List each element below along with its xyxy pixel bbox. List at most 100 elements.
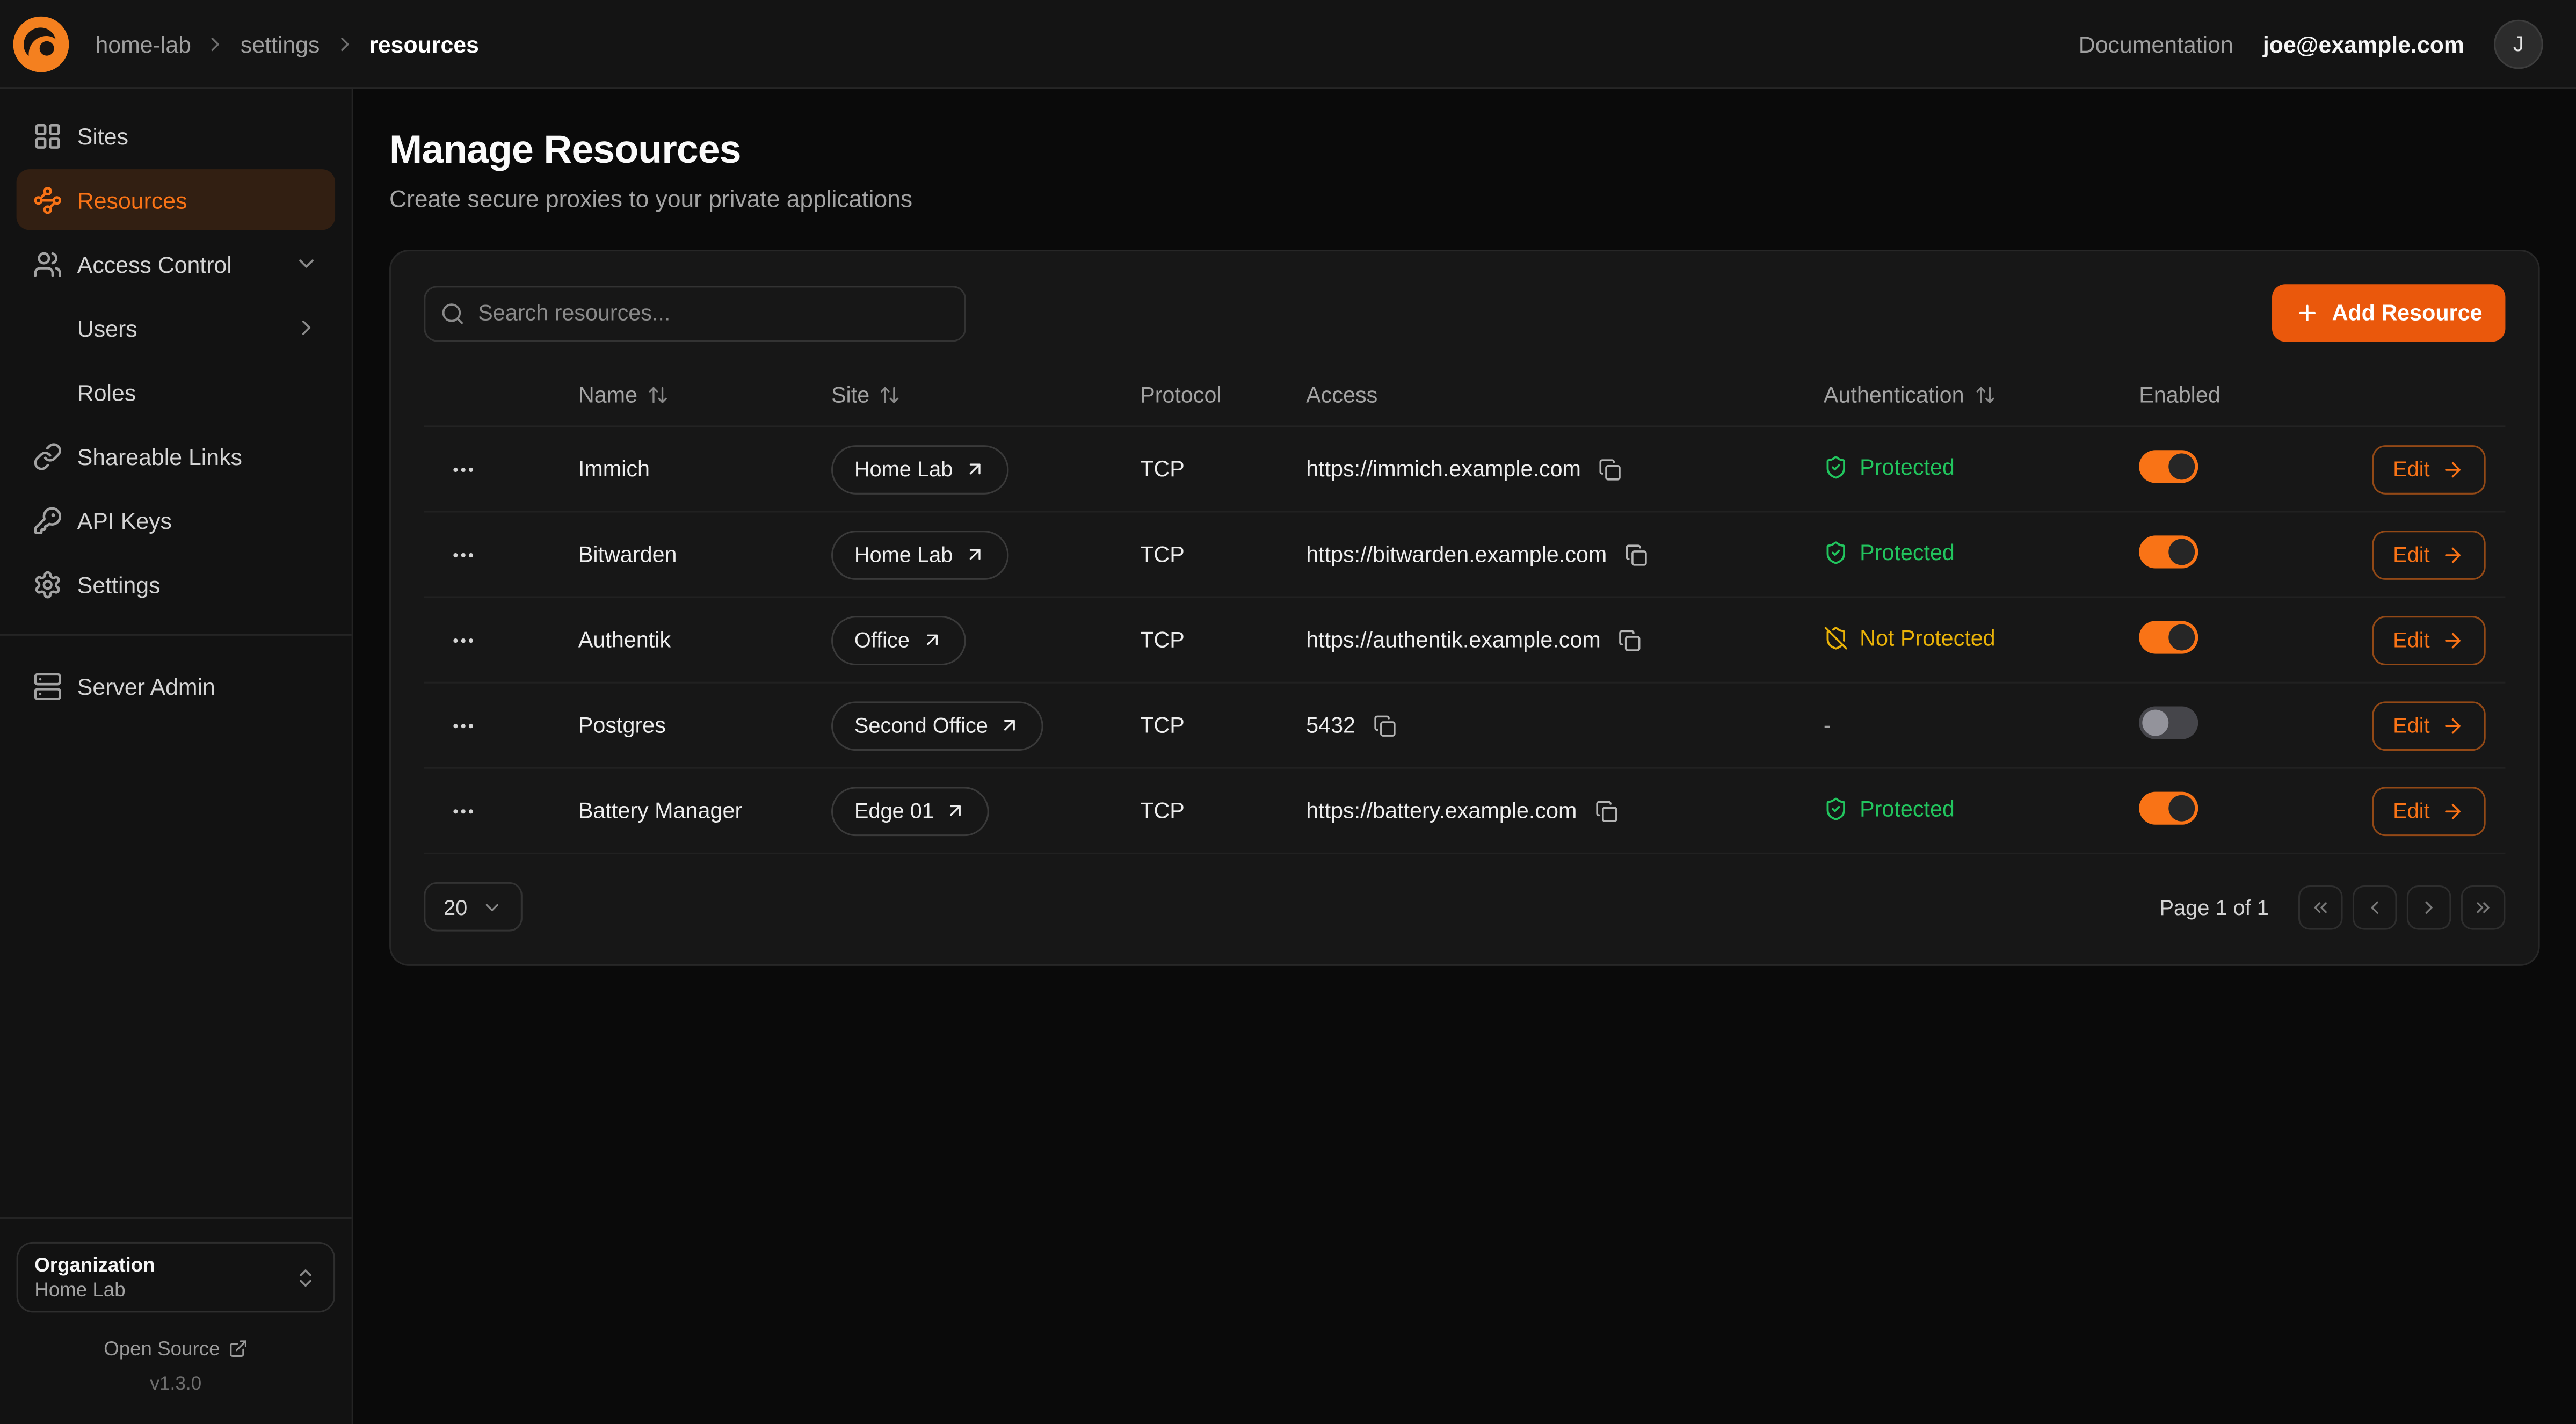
enabled-toggle[interactable] [2139, 450, 2198, 483]
toggle-knob [2142, 710, 2168, 736]
breadcrumb-settings[interactable]: settings [241, 31, 320, 57]
edit-label: Edit [2393, 542, 2430, 567]
protocol-value: TCP [1140, 628, 1306, 652]
organization-value: Home Lab [34, 1278, 155, 1301]
resource-name: Immich [578, 456, 831, 481]
search-input[interactable] [424, 285, 966, 341]
row-actions-button[interactable] [444, 706, 483, 745]
column-header-name[interactable]: Name [578, 383, 831, 408]
sidebar-item-resources[interactable]: Resources [17, 169, 336, 230]
page-size-select[interactable]: 20 [424, 882, 523, 932]
sidebar-item-users[interactable]: Users [17, 297, 336, 358]
ellipsis-icon [450, 797, 476, 824]
sidebar-item-label: Resources [77, 186, 187, 213]
sidebar-item-api-keys[interactable]: API Keys [17, 490, 336, 550]
row-actions-button[interactable] [444, 535, 483, 574]
auth-status: - [1824, 713, 1831, 738]
chevron-down-icon [294, 251, 319, 276]
column-header-site[interactable]: Site [831, 383, 1140, 408]
avatar[interactable]: J [2494, 19, 2543, 68]
add-resource-button[interactable]: Add Resource [2273, 284, 2505, 342]
ellipsis-icon [450, 541, 476, 568]
sidebar-item-server-admin[interactable]: Server Admin [17, 656, 336, 716]
pangolin-logo[interactable] [13, 16, 69, 71]
search-icon [440, 301, 465, 325]
site-link-button[interactable]: Second Office [831, 701, 1044, 750]
page-title: Manage Resources [389, 128, 2540, 175]
row-actions-button[interactable] [444, 791, 483, 830]
arrow-up-right-icon [921, 629, 942, 651]
access-value: https://authentik.example.com [1306, 628, 1601, 652]
organization-selector[interactable]: Organization Home Lab [17, 1242, 336, 1313]
edit-button[interactable]: Edit [2371, 530, 2485, 579]
enabled-toggle[interactable] [2139, 535, 2198, 568]
shield-off-icon [1824, 625, 1848, 650]
toggle-knob [2168, 795, 2195, 822]
edit-button[interactable]: Edit [2371, 786, 2485, 835]
layout-grid-icon [33, 121, 62, 150]
edit-button[interactable]: Edit [2371, 615, 2485, 665]
sidebar-divider [0, 634, 352, 636]
chevron-left-icon [2364, 896, 2385, 918]
next-page-button[interactable] [2407, 884, 2451, 929]
card-footer: 20 Page 1 of 1 [424, 882, 2505, 932]
sidebar-bottom: Organization Home Lab Open Source v1.3.0 [0, 1217, 352, 1408]
sidebar-item-sites[interactable]: Sites [17, 105, 336, 166]
copy-icon [1619, 628, 1642, 651]
site-link-button[interactable]: Home Lab [831, 445, 1008, 494]
site-name: Home Lab [854, 542, 953, 567]
copy-button[interactable] [1622, 540, 1651, 569]
first-page-button[interactable] [2298, 884, 2343, 929]
page-size-value: 20 [444, 895, 467, 919]
topbar-right: Documentation joe@example.com J [2079, 19, 2543, 68]
shield-check-icon [1824, 454, 1848, 479]
users-icon [33, 249, 62, 278]
sidebar-item-access-control[interactable]: Access Control [17, 233, 336, 294]
edit-label: Edit [2393, 798, 2430, 823]
arrow-right-icon [2441, 457, 2464, 481]
auth-label: Protected [1860, 540, 1955, 564]
site-name: Home Lab [854, 456, 953, 481]
sidebar-item-shareable-links[interactable]: Shareable Links [17, 425, 336, 486]
enabled-toggle[interactable] [2139, 706, 2198, 739]
sidebar-item-label: Shareable Links [77, 442, 242, 469]
app-root: home-lab settings resources Documentatio… [0, 0, 2576, 1424]
pangolin-logo-icon [13, 16, 69, 71]
auth-label: - [1824, 713, 1831, 738]
enabled-toggle[interactable] [2139, 792, 2198, 825]
site-link-button[interactable]: Office [831, 615, 966, 665]
sidebar-item-roles[interactable]: Roles [17, 361, 336, 422]
copy-button[interactable] [1596, 454, 1626, 484]
sidebar-item-settings[interactable]: Settings [17, 554, 336, 614]
copy-button[interactable] [1615, 625, 1645, 655]
resource-name: Postgres [578, 713, 831, 738]
open-source-link[interactable]: Open Source [17, 1337, 336, 1360]
breadcrumb-current: resources [369, 31, 479, 57]
copy-icon [1374, 714, 1397, 737]
documentation-link[interactable]: Documentation [2079, 31, 2233, 57]
breadcrumb-org[interactable]: home-lab [95, 31, 191, 57]
sidebar-item-label: Settings [77, 571, 161, 597]
copy-button[interactable] [1592, 796, 1621, 825]
resources-card: Add Resource Name Site P [389, 250, 2540, 966]
copy-icon [1595, 799, 1618, 822]
column-header-enabled: Enabled [2139, 383, 2362, 408]
edit-button[interactable]: Edit [2371, 445, 2485, 494]
column-header-authentication[interactable]: Authentication [1824, 383, 2139, 408]
sidebar: Sites Resources Access Control Users Rol… [0, 89, 353, 1424]
edit-button[interactable]: Edit [2371, 701, 2485, 750]
sidebar-item-label: API Keys [77, 507, 172, 533]
site-name: Edge 01 [854, 798, 934, 823]
site-link-button[interactable]: Home Lab [831, 530, 1008, 579]
enabled-toggle[interactable] [2139, 621, 2198, 653]
site-link-button[interactable]: Edge 01 [831, 786, 990, 835]
row-actions-button[interactable] [444, 620, 483, 659]
gear-icon [33, 569, 62, 599]
last-page-button[interactable] [2461, 884, 2506, 929]
copy-button[interactable] [1370, 710, 1400, 740]
topbar: home-lab settings resources Documentatio… [0, 0, 2576, 89]
prev-page-button[interactable] [2353, 884, 2397, 929]
row-actions-button[interactable] [444, 449, 483, 489]
sidebar-item-label: Sites [77, 122, 128, 149]
site-name: Second Office [854, 713, 988, 738]
